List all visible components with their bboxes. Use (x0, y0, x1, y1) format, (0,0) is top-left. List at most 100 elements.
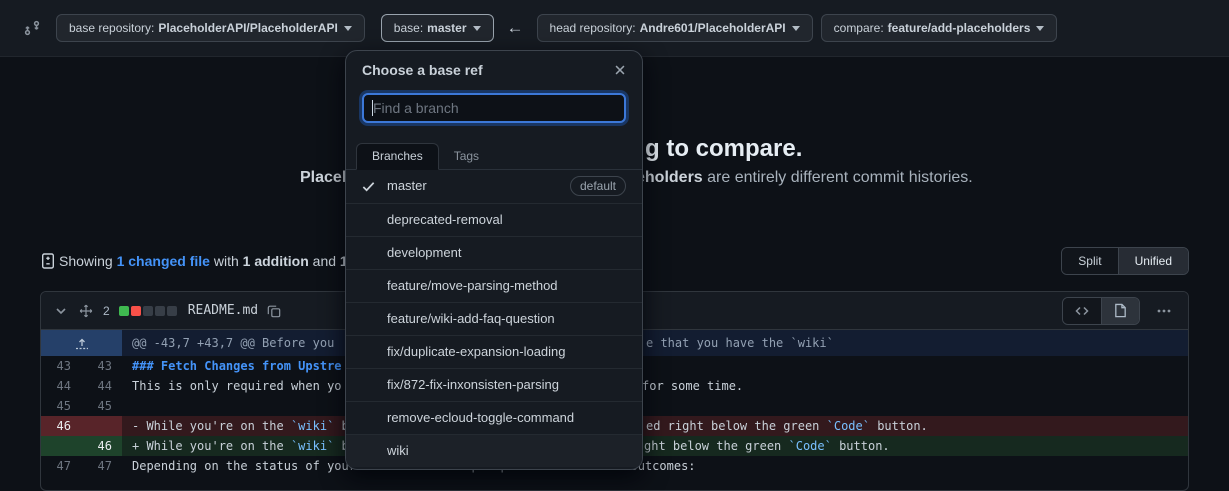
old-line-number[interactable]: 47 (41, 456, 81, 476)
changed-files-link[interactable]: 1 changed file (117, 253, 210, 269)
code-text: button. (832, 439, 890, 453)
file-name[interactable]: README.md (188, 303, 258, 318)
branch-item-remove-ecloud-toggle-command[interactable]: remove-ecloud-toggle-command (346, 401, 642, 434)
branch-item-wiki[interactable]: wiki (346, 434, 642, 467)
text-caret (372, 100, 373, 116)
code-line (122, 396, 1188, 416)
new-line-number[interactable] (81, 416, 122, 436)
new-line-number[interactable]: 45 (81, 396, 122, 416)
code-text: e that you have the (646, 336, 791, 350)
old-line-number[interactable]: 46 (41, 416, 81, 436)
caret-down-icon (473, 26, 481, 31)
branch-name: feature/move-parsing-method (387, 278, 558, 293)
inline-code: `wiki` (291, 419, 334, 433)
head-repository-dropdown-button[interactable]: head repository: Andre601/PlaceholderAPI (537, 14, 813, 42)
head-repository-label: head repository: (550, 21, 636, 35)
unified-view-button[interactable]: Unified (1118, 248, 1188, 274)
compare-label: compare: (834, 21, 884, 35)
branch-name: remove-ecloud-toggle-command (387, 410, 574, 425)
branch-name: development (387, 245, 461, 260)
diff-display-toggle (1062, 297, 1140, 325)
base-branch-dropdown-button[interactable]: base:master (381, 14, 494, 42)
code-line: ### Fetch Changes from Upstre (122, 356, 1188, 376)
code-line: @@ -43,7 +43,7 @@ Before you e that you … (122, 330, 1188, 356)
branch-name: fix/872-fix-inxonsisten-parsing (387, 377, 559, 392)
caret-down-icon (792, 26, 800, 31)
close-icon[interactable] (606, 56, 634, 84)
head-repository-value: Andre601/PlaceholderAPI (640, 21, 786, 35)
tab-tags[interactable]: Tags (439, 144, 494, 169)
code-text: ed right below the green (646, 419, 827, 433)
code-line-right-fragment: ed right below the green `Code` button. (646, 416, 928, 436)
diff-view-toggle: Split Unified (1061, 247, 1189, 275)
diffstat-square-added (119, 306, 129, 316)
branch-name: fix/duplicate-expansion-loading (387, 344, 566, 359)
new-line-number[interactable]: 43 (81, 356, 122, 376)
branch-name: master (387, 178, 427, 193)
caret-down-icon (1036, 26, 1044, 31)
inline-code: `Code` (789, 439, 832, 453)
rich-diff-button[interactable] (1101, 298, 1139, 324)
nothing-to-compare-heading-fragment: g to compare. (645, 135, 802, 163)
branch-list: masterdefault deprecated-removal developme… (346, 170, 642, 467)
code-line-right-fragment: for some time. (642, 376, 743, 396)
code-text: This is only required when yo (132, 379, 342, 393)
base-repository-label: base repository: (69, 21, 154, 35)
code-line-right-fragment: e that you have the `wiki` (646, 330, 834, 356)
branch-item-feature/move-parsing-method[interactable]: feature/move-parsing-method (346, 269, 642, 302)
branch-name: feature/wiki-add-faq-question (387, 311, 555, 326)
find-branch-input[interactable] (362, 93, 626, 123)
file-diff-icon (40, 221, 56, 301)
inline-code: `wiki` (291, 439, 334, 453)
base-value: master (427, 21, 466, 35)
split-view-button[interactable]: Split (1062, 248, 1117, 274)
base-repository-dropdown-button[interactable]: base repository: PlaceholderAPI/Placehold… (56, 14, 365, 42)
new-line-number[interactable]: 47 (81, 456, 122, 476)
collapse-file-chevron-icon[interactable] (53, 303, 69, 319)
code-icon (1074, 303, 1090, 319)
file-changes-count: 2 (103, 304, 110, 318)
compare-subtitle-right-fragment: eholders are entirely different commit h… (636, 169, 973, 187)
move-drag-icon[interactable] (78, 303, 94, 319)
arrow-left-icon: ← (507, 18, 524, 38)
branch-name: deprecated-removal (387, 212, 503, 227)
code-text: ### Fetch Changes from Upstre (132, 359, 342, 373)
branch-item-fix/872-fix-inxonsisten-parsing[interactable]: fix/872-fix-inxonsisten-parsing (346, 368, 642, 401)
branch-item-development[interactable]: development (346, 236, 642, 269)
old-line-number[interactable]: 44 (41, 376, 81, 396)
copy-path-icon[interactable] (267, 304, 281, 318)
summary-with: with (210, 253, 243, 269)
code-line: Depending on the status of your branch c… (122, 456, 1188, 476)
inline-code: `Code` (827, 419, 870, 433)
compare-branch-dropdown-button[interactable]: compare:feature/add-placeholders (821, 14, 1058, 42)
branch-name: wiki (387, 443, 409, 458)
tab-branches[interactable]: Branches (356, 143, 439, 170)
new-line-number[interactable]: 46 (81, 436, 122, 456)
code-text: - While you're on the (132, 419, 291, 433)
source-view-button[interactable] (1063, 298, 1101, 324)
diffstat-square-neutral (155, 306, 165, 316)
git-compare-icon (24, 20, 40, 36)
old-line-number[interactable] (41, 436, 81, 456)
code-line: - While you're on the `wiki` bred right … (122, 416, 1188, 436)
branch-item-deprecated-removal[interactable]: deprecated-removal (346, 203, 642, 236)
branch-item-feature/wiki-add-faq-question[interactable]: feature/wiki-add-faq-question (346, 302, 642, 335)
code-text: for some time. (642, 379, 743, 393)
diffstat-square-neutral (167, 306, 177, 316)
base-repository-value: PlaceholderAPI/PlaceholderAPI (158, 21, 337, 35)
old-line-number[interactable]: 43 (41, 356, 81, 376)
dropdown-header: Choose a base ref (346, 51, 642, 89)
diffstat-square-neutral (143, 306, 153, 316)
branch-filter-section (346, 89, 642, 137)
expand-up-icon[interactable] (41, 330, 122, 356)
dropdown-title: Choose a base ref (362, 62, 606, 78)
branch-item-master[interactable]: masterdefault (346, 170, 642, 203)
code-text: button. (870, 419, 928, 433)
compare-subtitle-rest: are entirely different commit histories. (703, 169, 973, 186)
code-line: + While you're on the `wiki` brght below… (122, 436, 1188, 456)
branch-item-fix/duplicate-expansion-loading[interactable]: fix/duplicate-expansion-loading (346, 335, 642, 368)
old-line-number[interactable]: 45 (41, 396, 81, 416)
kebab-menu-button[interactable] (1148, 303, 1180, 319)
compare-subtitle-repo-fragment: eholders (636, 169, 703, 186)
new-line-number[interactable]: 44 (81, 376, 122, 396)
